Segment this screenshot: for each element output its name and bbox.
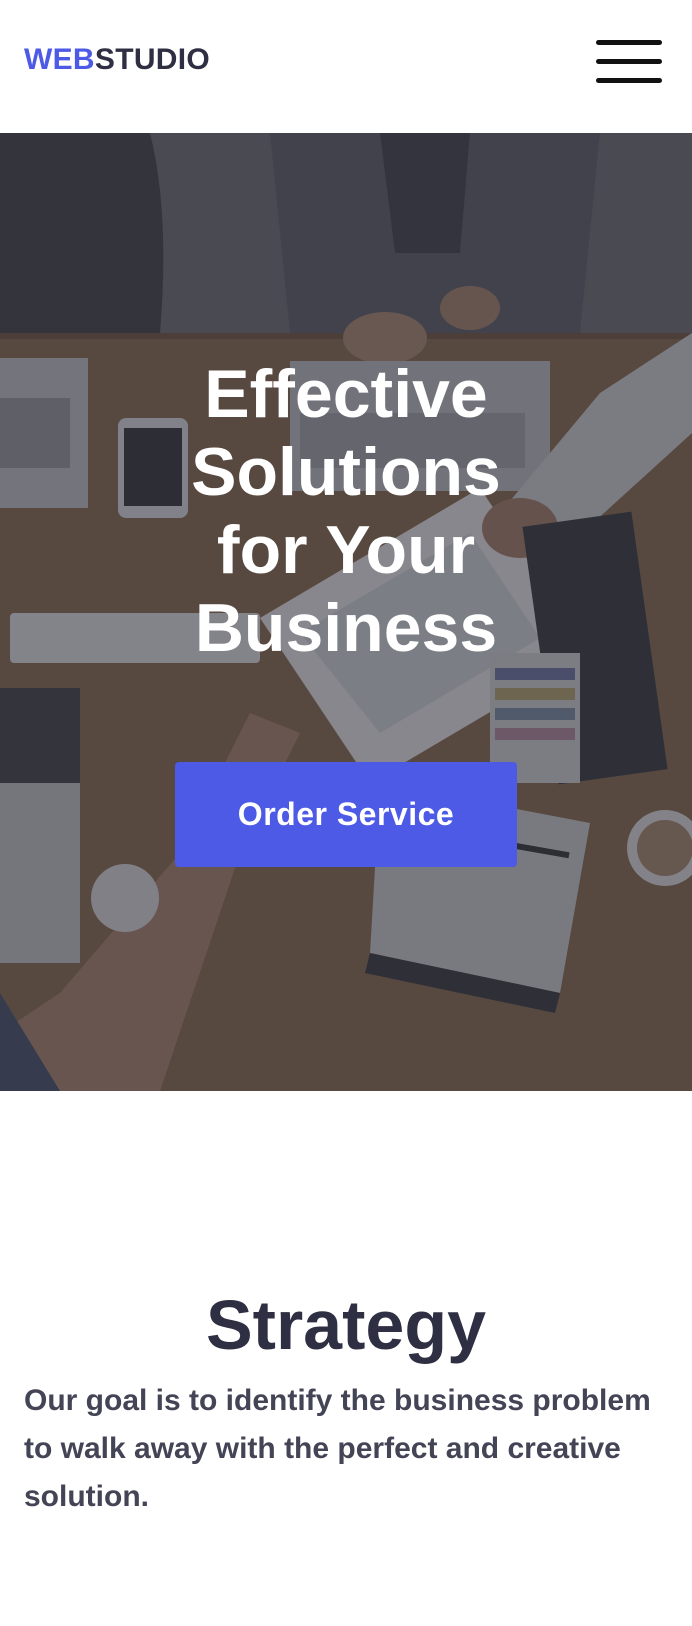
hero-content: Effective Solutions for Your Business (0, 133, 692, 667)
menu-line (596, 78, 662, 83)
hamburger-menu-icon[interactable] (596, 40, 662, 84)
logo-rest-text: STUDIO (94, 43, 211, 76)
strategy-description: Our goal is to identify the business pro… (24, 1384, 651, 1513)
site-header: WEBSTUDIO (0, 0, 692, 133)
order-service-button[interactable]: Order Service (175, 762, 517, 867)
hero-title: Effective Solutions for Your Business (191, 356, 501, 666)
menu-line (596, 59, 662, 64)
logo[interactable]: WEBSTUDIO (24, 45, 210, 75)
strategy-section: Strategy Our goal is to identify the bus… (0, 1091, 692, 1626)
strategy-title: Strategy (205, 1286, 487, 1364)
logo-accent-text: WEB (24, 43, 95, 76)
hero-section: Effective Solutions for Your Business Or… (0, 133, 692, 1091)
menu-line (596, 40, 662, 45)
